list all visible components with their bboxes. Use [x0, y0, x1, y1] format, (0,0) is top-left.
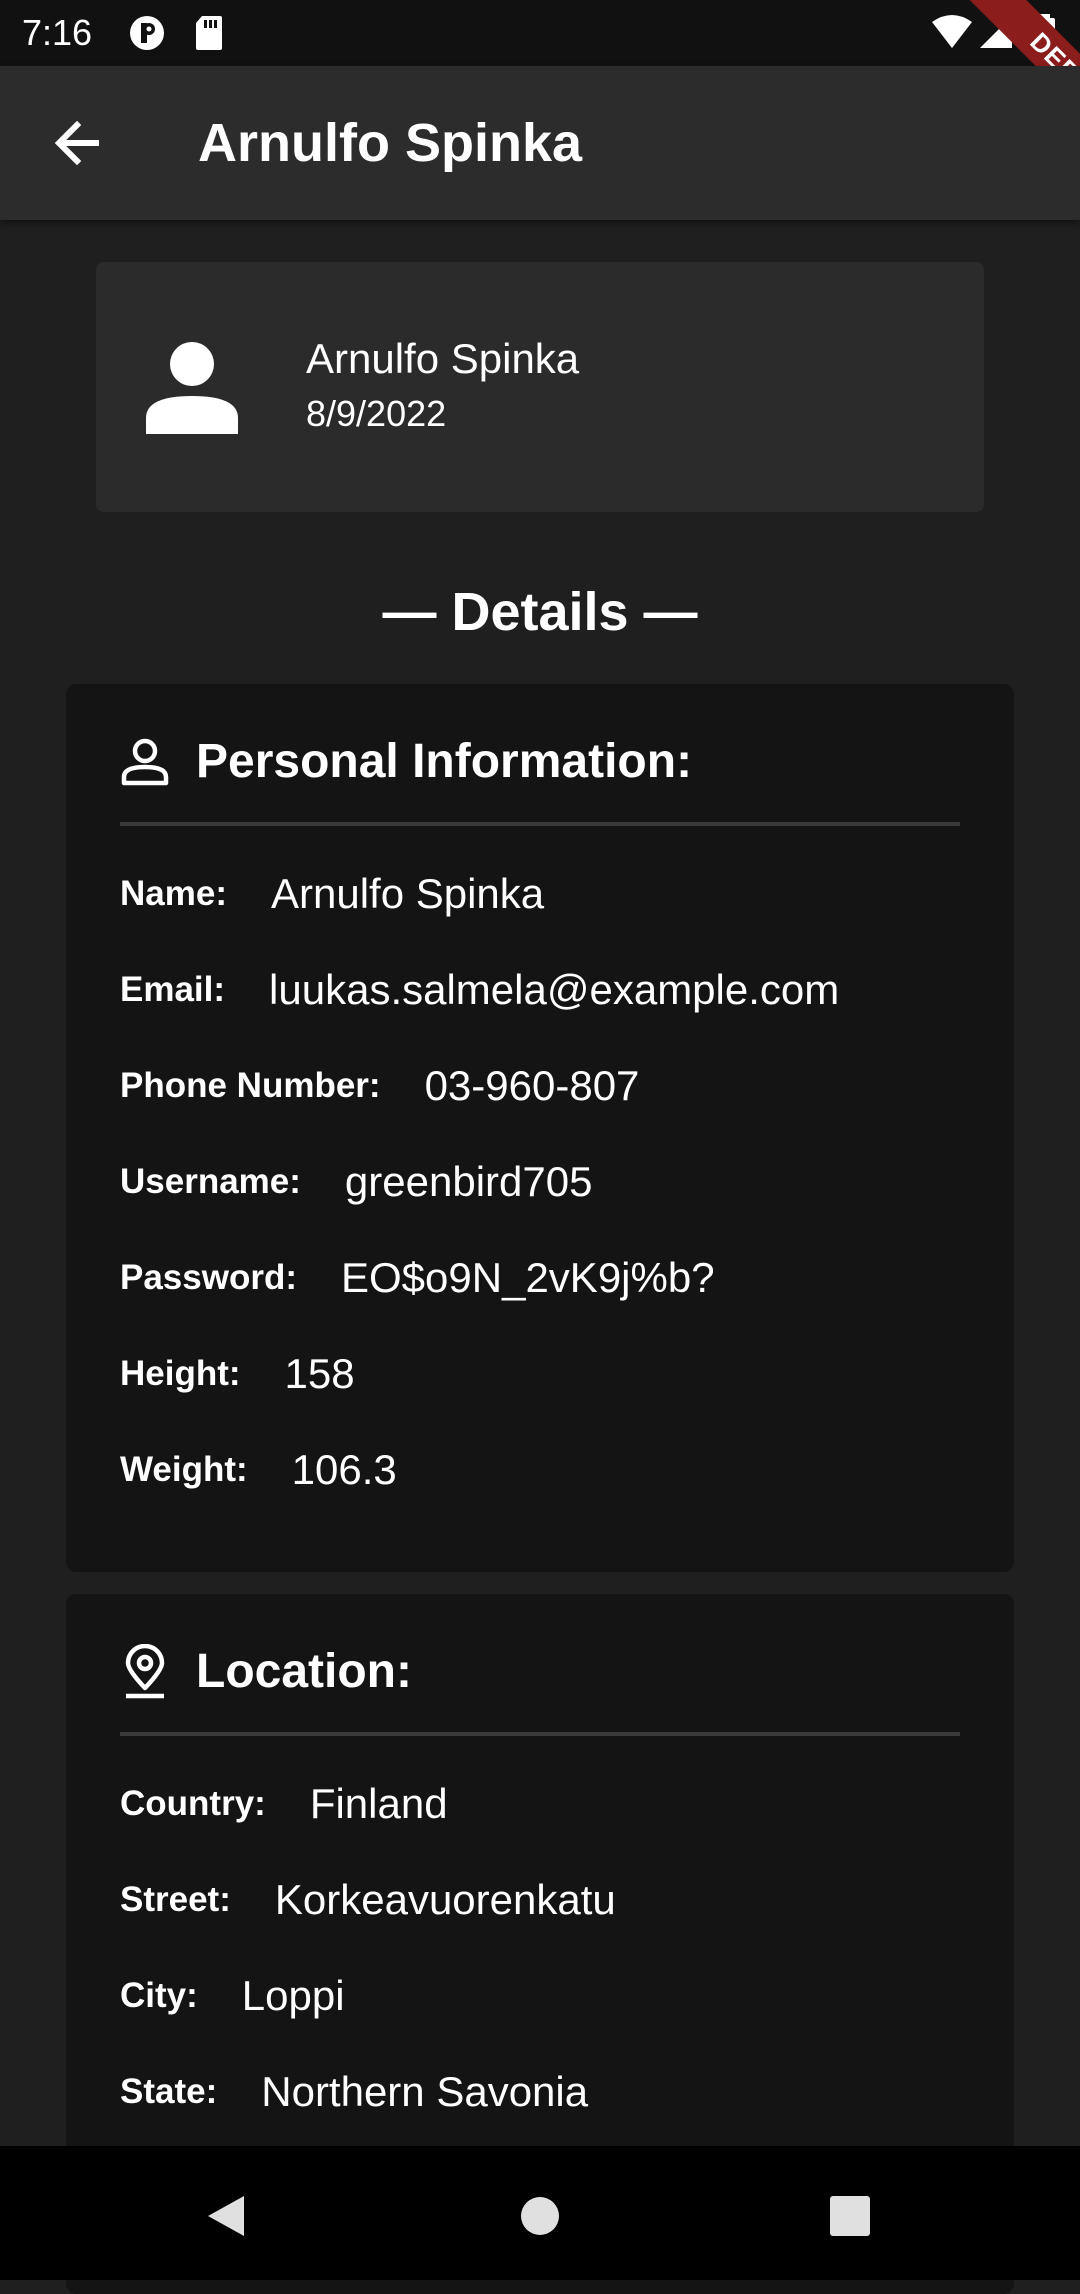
field-value: 158 — [284, 1350, 355, 1397]
wifi-icon — [932, 14, 972, 55]
profile-date: 8/9/2022 — [306, 393, 447, 434]
app-bar: Arnulfo Spinka — [0, 66, 1080, 220]
field-label: State: — [120, 2072, 218, 2111]
field-value: 106.3 — [291, 1446, 397, 1493]
status-bar: 7:16 DEBUG — [0, 0, 1080, 170]
battery-icon — [1034, 14, 1056, 57]
page-title: Arnulfo Spinka — [198, 113, 583, 173]
field-value: EO$o9N_2vK9j%b? — [341, 1254, 715, 1301]
field-value: Finland — [309, 1780, 448, 1827]
nav-home-button[interactable] — [500, 2176, 580, 2256]
section-title: Location: — [196, 1645, 412, 1698]
home-circle-icon — [521, 2197, 559, 2235]
field-label: Country: — [120, 1784, 266, 1823]
field-height: Height: 158 — [120, 1346, 355, 1402]
field-value: Northern Savonia — [261, 2068, 589, 2115]
section-header: Location: — [120, 1642, 412, 1702]
field-phone-number: Phone Number: 03-960-807 — [120, 1058, 639, 1114]
nav-back-button[interactable] — [186, 2176, 266, 2256]
field-password: Password: EO$o9N_2vK9j%b? — [120, 1250, 715, 1306]
field-value: Loppi — [241, 1972, 345, 2019]
field-country: Country: Finland — [120, 1776, 448, 1832]
profile-card: Arnulfo Spinka 8/9/2022 — [96, 262, 984, 512]
status-time: 7:16 — [22, 12, 93, 53]
field-label: City: — [120, 1976, 198, 2015]
personal-information-section: Personal Information: Name: Arnulfo Spin… — [66, 684, 1014, 1572]
field-city: City: Loppi — [120, 1968, 345, 2024]
arrow-back-icon — [54, 121, 99, 165]
field-state: State: Northern Savonia — [120, 2064, 588, 2120]
field-weight: Weight: 106.3 — [120, 1442, 397, 1498]
section-title: Personal Information: — [196, 735, 693, 788]
field-label: Email: — [120, 970, 226, 1009]
field-value: greenbird705 — [344, 1158, 593, 1205]
section-divider — [120, 822, 960, 826]
field-label: Name: — [120, 874, 227, 913]
location-pin-icon — [125, 1644, 165, 1699]
field-label: Street: — [120, 1880, 231, 1919]
nav-recents-button[interactable] — [810, 2176, 890, 2256]
app-notification-icon — [128, 14, 166, 57]
field-email: Email: luukas.salmela@example.com — [120, 962, 839, 1018]
field-name: Name: Arnulfo Spinka — [120, 866, 544, 922]
profile-name: Arnulfo Spinka — [306, 335, 580, 382]
back-button[interactable] — [36, 110, 120, 176]
field-value: luukas.salmela@example.com — [269, 966, 840, 1013]
person-icon — [144, 338, 240, 434]
recents-square-icon — [830, 2196, 870, 2236]
field-label: Weight: — [120, 1450, 248, 1489]
section-divider — [120, 1732, 960, 1736]
field-value: Korkeavuorenkatu — [274, 1876, 616, 1923]
back-triangle-icon — [208, 2196, 244, 2236]
sd-card-icon — [194, 14, 224, 57]
field-label: Username: — [120, 1162, 301, 1201]
system-navigation-bar — [0, 2146, 1080, 2280]
field-label: Phone Number: — [120, 1066, 381, 1105]
cell-signal-icon — [980, 14, 1014, 55]
field-label: Height: — [120, 1354, 241, 1393]
section-header: Personal Information: — [120, 732, 692, 792]
field-value: Arnulfo Spinka — [270, 870, 545, 917]
field-label: Password: — [120, 1258, 297, 1297]
field-street: Street: Korkeavuorenkatu — [120, 1872, 616, 1928]
person-outline-icon — [121, 738, 169, 786]
details-heading: — Details — — [382, 582, 698, 642]
field-username: Username: greenbird705 — [120, 1154, 592, 1210]
field-value: 03-960-807 — [424, 1062, 640, 1109]
